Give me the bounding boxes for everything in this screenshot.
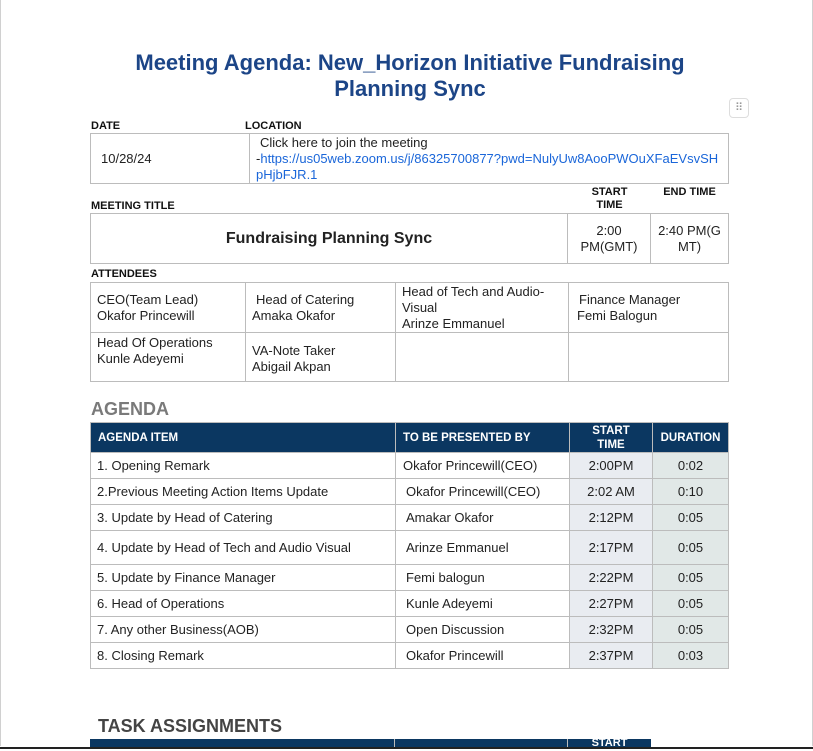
agenda-presenter: Kunle Adeyemi bbox=[395, 590, 570, 617]
agenda-row: 8. Closing Remark Okafor Princewill 2:37PM… bbox=[90, 642, 729, 669]
agenda-row: 5. Update by Finance Manager Femi balogun… bbox=[90, 564, 729, 591]
meeting-title-label: MEETING TITLE bbox=[91, 200, 175, 212]
agenda-duration: 0:05 bbox=[652, 590, 729, 617]
date-label: DATE bbox=[91, 120, 121, 132]
attendee-role: Head of Tech and Audio-Visual bbox=[402, 283, 545, 315]
attendee-cell: Head of Catering Amaka Okafor bbox=[245, 282, 396, 333]
agenda-col-duration: DURATION bbox=[652, 422, 729, 453]
agenda-duration: 0:05 bbox=[652, 616, 729, 643]
agenda-presenter: Okafor Princewill(CEO) bbox=[395, 478, 570, 505]
agenda-heading: AGENDA bbox=[91, 399, 170, 419]
attendee-role: VA-Note Taker bbox=[252, 343, 336, 358]
agenda-row: 4. Update by Head of Tech and Audio Visu… bbox=[90, 530, 729, 565]
agenda-col-start: START TIME bbox=[569, 422, 653, 453]
attendee-name: Kunle Adeyemi bbox=[97, 351, 184, 366]
agenda-item: 7. Any other Business(AOB) bbox=[90, 616, 396, 643]
agenda-item: 1. Opening Remark bbox=[90, 452, 396, 479]
end-time-label: END TIME bbox=[663, 186, 716, 198]
agenda-col-item: AGENDA ITEM bbox=[90, 422, 396, 453]
agenda-start-time: 2:12PM bbox=[569, 504, 653, 531]
agenda-item: 5. Update by Finance Manager bbox=[90, 564, 396, 591]
attendee-cell: Head of Tech and Audio-Visual Arinze Emma… bbox=[395, 282, 569, 333]
agenda-duration: 0:10 bbox=[652, 478, 729, 505]
meeting-title-value: Fundraising Planning Sync bbox=[90, 213, 568, 264]
attendee-role: Head Of Operations bbox=[97, 335, 213, 350]
date-location-table: 10/28/24 Click here to join the meeting … bbox=[90, 133, 729, 184]
agenda-presenter: Arinze Emmanuel bbox=[395, 530, 570, 565]
attendee-cell: Head Of Operations Kunle Adeyemi bbox=[90, 332, 246, 382]
task-col-start: START bbox=[591, 739, 628, 747]
attendee-name: Femi Balogun bbox=[577, 307, 658, 323]
agenda-start-time: 2:17PM bbox=[569, 530, 653, 565]
agenda-item: 3. Update by Head of Catering bbox=[90, 504, 396, 531]
agenda-item: 2.Previous Meeting Action Items Update bbox=[90, 478, 396, 505]
attendees-label: ATTENDEES bbox=[91, 268, 157, 280]
agenda-presenter: Okafor Princewill(CEO) bbox=[395, 452, 570, 479]
agenda-row: 3. Update by Head of Catering Amakar Okaf… bbox=[90, 504, 729, 531]
agenda-duration: 0:03 bbox=[652, 642, 729, 669]
location-text: Click here to join the meeting bbox=[260, 134, 428, 150]
agenda-start-time: 2:00PM bbox=[569, 452, 653, 479]
agenda-col-presenter: TO BE PRESENTED BY bbox=[395, 422, 570, 453]
agenda-start-time: 2:27PM bbox=[569, 590, 653, 617]
agenda-row: 1. Opening Remark Okafor Princewill(CEO) 2… bbox=[90, 452, 729, 479]
agenda-start-time: 2:02 AM bbox=[569, 478, 653, 505]
drag-handle-icon[interactable]: ⠿ bbox=[729, 98, 749, 118]
agenda-start-time: 2:22PM bbox=[569, 564, 653, 591]
agenda-duration: 0:05 bbox=[652, 504, 729, 531]
meeting-start-value: 2:00 PM(GMT) bbox=[567, 213, 651, 264]
attendee-name: Abigail Akpan bbox=[252, 359, 331, 374]
attendee-name: Amaka Okafor bbox=[252, 307, 336, 323]
attendee-cell-empty bbox=[568, 332, 729, 382]
attendee-cell: CEO(Team Lead) Okafor Princewill bbox=[90, 282, 246, 333]
task-table-header: START bbox=[90, 739, 651, 747]
attendee-role: Head of Catering bbox=[256, 291, 355, 307]
attendee-cell-empty bbox=[395, 332, 569, 382]
agenda-start-time: 2:32PM bbox=[569, 616, 653, 643]
page-title: Meeting Agenda: New_Horizon Initiative F… bbox=[135, 50, 685, 101]
attendee-name: Okafor Princewill bbox=[97, 307, 195, 323]
date-value: 10/28/24 bbox=[90, 133, 250, 184]
attendee-role: Finance Manager bbox=[579, 291, 681, 307]
agenda-item: 6. Head of Operations bbox=[90, 590, 396, 617]
attendee-cell: Finance Manager Femi Balogun bbox=[568, 282, 729, 333]
meeting-end-value: 2:40 PM(GMT) bbox=[650, 213, 729, 264]
start-time-label: START TIME bbox=[591, 186, 628, 211]
attendee-name: Arinze Emmanuel bbox=[402, 315, 505, 331]
agenda-duration: 0:05 bbox=[652, 564, 729, 591]
attendee-cell: VA-Note Taker Abigail Akpan bbox=[245, 332, 396, 382]
agenda-row: 7. Any other Business(AOB) Open Discussio… bbox=[90, 616, 729, 643]
agenda-presenter: Femi balogun bbox=[395, 564, 570, 591]
agenda-presenter: Open Discussion bbox=[395, 616, 570, 643]
agenda-item: 4. Update by Head of Tech and Audio Visu… bbox=[90, 530, 396, 565]
agenda-duration: 0:05 bbox=[652, 530, 729, 565]
meeting-table: Fundraising Planning Sync 2:00 PM(GMT) 2… bbox=[90, 213, 729, 264]
agenda-item: 8. Closing Remark bbox=[90, 642, 396, 669]
task-assignments-heading: TASK ASSIGNMENTS bbox=[98, 716, 283, 736]
agenda-duration: 0:02 bbox=[652, 452, 729, 479]
agenda-presenter: Okafor Princewill bbox=[395, 642, 570, 669]
agenda-row: 6. Head of Operations Kunle Adeyemi 2:27PM… bbox=[90, 590, 729, 617]
agenda-row: 2.Previous Meeting Action Items Update Ok… bbox=[90, 478, 729, 505]
location-label: LOCATION bbox=[245, 120, 302, 132]
attendees-table: CEO(Team Lead) Okafor Princewill Head of … bbox=[90, 282, 729, 382]
attendee-role: CEO(Team Lead) bbox=[97, 291, 199, 307]
agenda-table: AGENDA ITEM TO BE PRESENTED BY START TIM… bbox=[90, 422, 729, 669]
zoom-meeting-link[interactable]: https://us05web.zoom.us/j/86325700877?pw… bbox=[256, 151, 718, 182]
page-bottom-edge bbox=[0, 747, 813, 749]
agenda-start-time: 2:37PM bbox=[569, 642, 653, 669]
agenda-presenter: Amakar Okafor bbox=[395, 504, 570, 531]
